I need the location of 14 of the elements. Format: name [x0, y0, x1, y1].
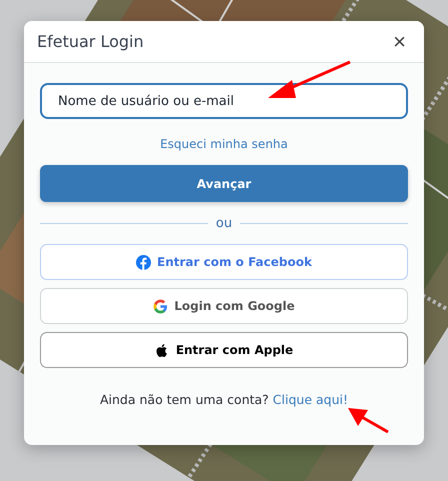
next-button[interactable]: Avançar: [40, 165, 408, 202]
facebook-logo-icon: [136, 254, 152, 270]
dialog-title: Efetuar Login: [37, 32, 144, 51]
divider-label: ou: [216, 216, 232, 231]
input-field[interactable]: Nome de usuário ou e-mail: [40, 83, 408, 119]
signup-prompt: Ainda não tem uma conta? Clique aqui!: [98, 392, 349, 407]
google-login-button[interactable]: Login com Google: [40, 288, 408, 324]
apple-logo-icon: [154, 342, 170, 358]
forgot-password-link[interactable]: Esqueci minha senha: [160, 135, 288, 153]
facebook-login-button[interactable]: Entrar com o Facebook: [40, 244, 408, 280]
apple-login-button[interactable]: Entrar com Apple: [40, 332, 408, 368]
google-logo-icon: [153, 298, 168, 314]
signup-link[interactable]: Clique aqui!: [272, 392, 348, 407]
close-button[interactable]: ×: [391, 30, 408, 52]
